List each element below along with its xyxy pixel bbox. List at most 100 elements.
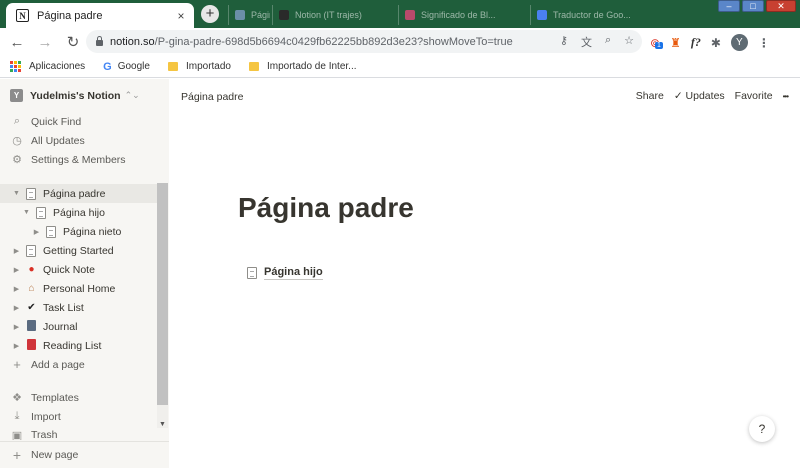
share-button[interactable]: Share xyxy=(636,90,664,102)
page-icon xyxy=(26,187,36,200)
close-window-button[interactable]: ✕ xyxy=(766,0,796,12)
triangle-down-icon[interactable]: ▼ xyxy=(22,209,31,216)
sidebar-item-label: Templates xyxy=(31,391,79,404)
sidebar-page-label: Reading List xyxy=(43,339,102,352)
child-page-link[interactable]: Página hijo xyxy=(247,266,323,280)
tab-favicon-icon xyxy=(405,10,415,20)
triangle-right-icon[interactable]: ▶ xyxy=(12,247,21,255)
tab-close-button[interactable]: × xyxy=(174,9,188,23)
lighthouse-icon[interactable]: ♜ xyxy=(670,36,681,50)
sidebar-page-getting-started[interactable]: ▶ Getting Started xyxy=(0,241,157,260)
maximize-button[interactable]: □ xyxy=(742,0,764,12)
tab-title: Página padre xyxy=(37,9,103,22)
sidebar-item-label: Trash xyxy=(31,429,58,440)
scrollbar-thumb[interactable] xyxy=(157,183,168,405)
sidebar-page-quick-note[interactable]: ▶ ● Quick Note xyxy=(0,260,157,279)
sidebar-page-personal-home[interactable]: ▶ ⌂ Personal Home xyxy=(0,279,157,298)
sidebar-item-settings[interactable]: ⚙ Settings & Members xyxy=(0,150,169,169)
page-actions: Share ✓ Updates Favorite ••• xyxy=(636,90,789,102)
help-button[interactable]: ? xyxy=(749,416,775,442)
plus-icon: + xyxy=(12,447,22,463)
sidebar-page-pagina-nieto[interactable]: ▶ Página nieto xyxy=(0,222,157,241)
key-icon[interactable]: ⚷ xyxy=(560,34,568,50)
bookmark-label: Google xyxy=(117,61,150,72)
extension-icon[interactable]: ⊚1 xyxy=(650,36,663,50)
triangle-right-icon[interactable]: ▶ xyxy=(12,285,21,293)
sidebar-item-quick-find[interactable]: ⌕ Quick Find xyxy=(0,112,169,131)
star-icon[interactable]: ☆ xyxy=(624,34,634,50)
add-page-button[interactable]: + Add a page xyxy=(0,355,157,374)
bookmark-label: Aplicaciones xyxy=(29,61,86,72)
zoom-icon[interactable]: ⌕ xyxy=(605,34,611,50)
workspace-badge: Y xyxy=(10,89,23,102)
reload-button[interactable]: ↻ xyxy=(62,33,84,51)
bookmark-google[interactable]: G Google xyxy=(103,61,150,73)
sidebar-page-label: Getting Started xyxy=(43,244,114,257)
sidebar-item-import[interactable]: ⤓ Import xyxy=(0,407,157,426)
address-bar[interactable]: notion.so/P-gina-padre-698d5b6694c0429fb… xyxy=(86,30,642,53)
sidebar-item-all-updates[interactable]: ◷ All Updates xyxy=(0,131,169,150)
child-page-label: Página hijo xyxy=(264,266,323,280)
chevron-updown-icon: ⌃⌄ xyxy=(124,90,140,100)
triangle-down-icon[interactable]: ▼ xyxy=(12,190,21,197)
checkmark-icon: ✓ xyxy=(673,90,686,102)
new-tab-button[interactable]: + xyxy=(201,5,219,23)
puzzle-icon[interactable]: ✱ xyxy=(711,36,721,50)
sidebar-page-reading-list[interactable]: ▶ Reading List xyxy=(0,336,157,355)
sidebar-page-label: Quick Note xyxy=(43,263,95,276)
sidebar-page-label: Journal xyxy=(43,320,78,333)
background-tab[interactable]: Notion (IT trajes) xyxy=(272,5,390,25)
trash-icon: ▣ xyxy=(11,430,23,440)
sidebar-page-label: Página padre xyxy=(43,187,106,200)
checkmark-icon: ✔ xyxy=(27,302,36,313)
favorite-button[interactable]: Favorite xyxy=(735,90,773,102)
background-tab[interactable]: Traductor de Goo... xyxy=(530,5,640,25)
tab-favicon-icon xyxy=(537,10,547,20)
bookmark-importado[interactable]: Importado xyxy=(167,61,231,72)
breadcrumb[interactable]: Página padre xyxy=(181,91,243,103)
triangle-right-icon[interactable]: ▶ xyxy=(12,323,21,331)
sidebar-page-label: Task List xyxy=(43,301,84,314)
font-extension-icon[interactable]: f? xyxy=(691,35,701,50)
sidebar-page-journal[interactable]: ▶ Journal xyxy=(0,317,157,336)
new-page-button[interactable]: + New page xyxy=(0,441,169,468)
workspace-switcher[interactable]: Y Yudelmis's Notion ⌃⌄ xyxy=(10,89,140,102)
background-tab-title: Traductor de Goo... xyxy=(553,10,631,20)
sidebar-page-label: Página hijo xyxy=(53,206,105,219)
tab-active[interactable]: N Página padre × xyxy=(6,3,194,28)
sidebar-page-pagina-padre[interactable]: ▼ Página padre xyxy=(0,184,157,203)
translate-icon[interactable]: 文 xyxy=(581,34,592,50)
triangle-right-icon[interactable]: ▶ xyxy=(12,266,21,274)
sidebar-item-label: All Updates xyxy=(31,134,85,147)
bookmark-apps[interactable]: Aplicaciones xyxy=(10,61,85,72)
tab-strip: N Página padre × + Página Notion (IT tra… xyxy=(0,0,800,28)
triangle-right-icon[interactable]: ▶ xyxy=(32,228,41,236)
google-icon: G xyxy=(103,60,112,73)
sidebar-scrollbar[interactable]: ▼ xyxy=(157,183,168,428)
sidebar-page-task-list[interactable]: ▶ ✔ Task List xyxy=(0,298,157,317)
new-page-label: New page xyxy=(31,449,79,461)
sidebar-page-pagina-hijo[interactable]: ▼ Página hijo xyxy=(0,203,157,222)
sidebar-item-trash[interactable]: ▣ Trash xyxy=(0,426,157,440)
background-tab[interactable]: Significado de Bl... xyxy=(398,5,522,25)
minimize-button[interactable]: – xyxy=(718,0,740,12)
triangle-right-icon[interactable]: ▶ xyxy=(12,342,21,350)
sidebar-item-templates[interactable]: ❖ Templates xyxy=(0,388,157,407)
page-title[interactable]: Página padre xyxy=(238,192,414,224)
workspace-name: Yudelmis's Notion xyxy=(30,89,121,102)
folder-icon xyxy=(167,62,178,71)
triangle-right-icon[interactable]: ▶ xyxy=(12,304,21,312)
clock-icon: ◷ xyxy=(12,135,22,147)
updates-button[interactable]: ✓ Updates xyxy=(674,90,725,102)
more-options-button[interactable]: ••• xyxy=(783,92,789,101)
menu-icon[interactable]: ⋮ xyxy=(758,36,770,50)
scroll-down-arrow-icon[interactable]: ▼ xyxy=(159,421,166,428)
sidebar-page-label: Página nieto xyxy=(63,225,122,238)
forward-button[interactable]: → xyxy=(34,34,56,51)
back-button[interactable]: ← xyxy=(6,34,28,51)
background-tab-title: Significado de Bl... xyxy=(421,10,496,20)
background-tab[interactable]: Página xyxy=(228,5,270,25)
avatar[interactable]: Y xyxy=(730,34,748,51)
bookmark-importado-inter[interactable]: Importado de Inter... xyxy=(249,61,357,72)
search-icon: ⌕ xyxy=(13,115,21,127)
